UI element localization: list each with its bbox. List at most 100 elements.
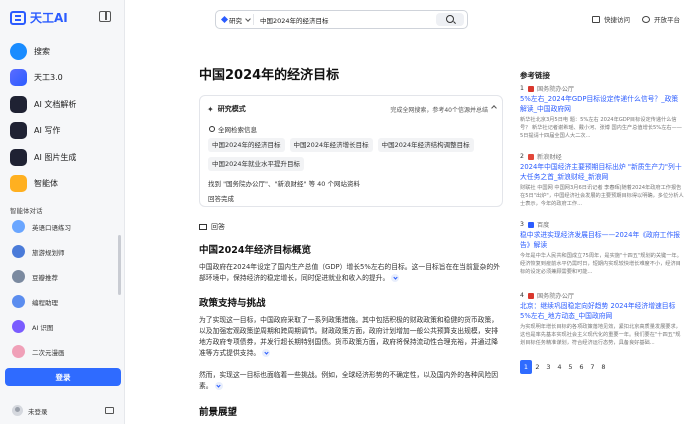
source-icon — [528, 221, 534, 228]
reference-source: 2 新浪财经 — [520, 152, 685, 161]
reference-source: 3 百度 — [520, 220, 685, 229]
sidebar-item-label: AI 图片生成 — [34, 152, 77, 162]
expand-ref-icon[interactable] — [391, 274, 400, 282]
reference-item[interactable]: 3 百度 稳中求进实现经济发展目标——2024年《政府工作报告》解读 今年是中华人民共… — [520, 220, 685, 276]
answer-done: 回答完成 — [208, 195, 234, 203]
chevron-up-icon[interactable] — [491, 105, 497, 111]
section-heading-outlook: 前景展望 — [199, 407, 238, 418]
agent-avatar-icon — [12, 320, 25, 333]
sidebar-nav: 搜索天工3.0 AI 文档解析 AI 写作 AI 图片生成 智能体 — [6, 38, 119, 197]
source-icon — [528, 153, 534, 160]
research-sub-text: 全网检索信息 — [218, 126, 257, 134]
sidebar-toggle-icon[interactable] — [99, 11, 111, 22]
sidebar-scrollbar[interactable] — [118, 235, 121, 295]
agent-label: AI 识图 — [32, 323, 54, 332]
paragraph-policy-2: 然而，实现这一目标也面临着一些挑战。例如，全球经济形势的不确定性，以及国内外的各… — [199, 370, 501, 392]
sidebar-item-4[interactable]: AI 图片生成 — [6, 144, 119, 170]
main-content: 中国2024年的经济目标 ✦ 研究模式 完成全网搜索，参考40个信源并总结 全网… — [199, 64, 505, 418]
brand-name: 天工AI — [30, 11, 68, 25]
search-mode-select[interactable]: 研究 — [216, 14, 254, 25]
page-button[interactable]: 6 — [576, 360, 587, 374]
research-title: ✦ 研究模式 — [207, 104, 246, 114]
source-icon — [528, 85, 534, 92]
reference-number: 1 — [520, 85, 524, 92]
reference-item[interactable]: 1 国务院办公厅 5%左右_2024年GDP目标设定传递什么信号？_政策解读_中国政… — [520, 84, 685, 140]
agent-item[interactable]: 豆瓣推荐 — [6, 264, 116, 289]
research-status: 完成全网搜索，参考40个信源并总结 — [390, 107, 488, 114]
query-chip[interactable]: 中国2024年就业水平提升目标 — [208, 157, 305, 171]
agent-label: 旅游规划师 — [32, 248, 65, 257]
sidebar-item-label: 智能体 — [34, 179, 58, 188]
sidebar-item-1[interactable]: 天工3.0 — [6, 65, 119, 91]
page-button[interactable]: 5 — [565, 360, 576, 374]
research-sub: 全网检索信息 — [209, 124, 257, 134]
reference-link[interactable]: 5%左右_2024年GDP目标设定传递什么信号？_政策解读_中国政府网 — [520, 95, 685, 114]
reference-title: 参考链接 — [520, 71, 550, 80]
page-button[interactable]: 1 — [520, 360, 532, 374]
expand-ref-icon[interactable] — [262, 349, 271, 357]
paragraph-overview: 中国政府在2024年设定了国内生产总值（GDP）增长5%左右的目标。这一目标旨在… — [199, 262, 501, 284]
agent-item[interactable]: 编程助理 — [6, 289, 116, 314]
reference-panel: 参考链接 1 国务院办公厅 5%左右_2024年GDP目标设定传递什么信号？_政策解… — [520, 70, 685, 346]
sidebar-item-2[interactable]: AI 文档解析 — [6, 91, 119, 117]
sources-found: 找到 "国务院办公厅"、"新浪财经" 等 40 个网站资料 — [208, 180, 360, 188]
search-input[interactable] — [254, 15, 424, 24]
agent-avatar-icon — [12, 245, 25, 258]
query-chips: 中国2024年的经济目标 中国2024年经济增长目标 中国2024年经济结构调整目标… — [208, 138, 500, 171]
agent-item[interactable]: 二次元漫画 — [6, 339, 116, 364]
open-platform-button[interactable]: 开放平台 — [642, 14, 680, 24]
brand-logo[interactable]: 天工AI — [10, 9, 68, 26]
query-chip[interactable]: 中国2024年经济增长目标 — [289, 138, 373, 152]
reference-source-name: 百度 — [537, 222, 550, 229]
sidebar-item-label: AI 文档解析 — [34, 99, 77, 109]
page-button[interactable]: 2 — [532, 360, 543, 374]
quick-access-button[interactable]: 快捷访问 — [592, 14, 630, 24]
user-status: 未登录 — [28, 407, 48, 416]
reference-snippet: 为实现明年增长目标的各项政策落地见效，紧扣北京高质量发展要求，这也是率先基本实现… — [520, 324, 681, 346]
search-button[interactable] — [436, 13, 464, 26]
sidebar-item-3[interactable]: AI 写作 — [6, 118, 119, 144]
write-icon — [10, 122, 27, 139]
section-heading-overview: 中国2024年经济目标概览 — [199, 245, 311, 256]
reference-link[interactable]: 稳中求进实现经济发展目标——2024年《政府工作报告》解读 — [520, 231, 685, 250]
login-button[interactable]: 登录 — [5, 368, 121, 386]
reference-link[interactable]: 2024年中国经济主要预期目标出炉 "新质生产力"列十大任务之首_新浪财经_新浪… — [520, 163, 685, 182]
message-icon[interactable] — [105, 407, 114, 414]
user-row[interactable]: 未登录 — [12, 405, 48, 416]
page-button[interactable]: 3 — [543, 360, 554, 374]
section-heading-policy: 政策支持与挑战 — [199, 298, 266, 309]
agent-label: 英语口语练习 — [32, 223, 71, 232]
sidebar-item-5[interactable]: 智能体 — [6, 171, 119, 197]
query-chip[interactable]: 中国2024年的经济目标 — [208, 138, 285, 152]
sidebar-item-0[interactable]: 搜索 — [6, 38, 119, 64]
sidebar-item-label: 天工3.0 — [34, 73, 63, 82]
source-icon — [528, 292, 534, 299]
reference-link[interactable]: 北京：继续巩固稳定向好趋势 2024年经济增速目标5%左右_地方动态_中国政府网 — [520, 302, 685, 321]
query-chip[interactable]: 中国2024年经济结构调整目标 — [377, 138, 474, 152]
page-title: 中国2024年的经济目标 — [199, 68, 340, 83]
book-icon — [199, 224, 207, 230]
agent-label: 编程助理 — [32, 298, 58, 307]
page-button[interactable]: 7 — [587, 360, 598, 374]
expand-ref-icon[interactable] — [214, 382, 223, 390]
reference-number: 4 — [520, 292, 524, 299]
agent-icon — [10, 175, 27, 192]
open-platform-label: 开放平台 — [654, 16, 680, 24]
page-button[interactable]: 8 — [598, 360, 609, 374]
quick-access-label: 快捷访问 — [604, 16, 630, 24]
page-button[interactable]: 4 — [554, 360, 565, 374]
platform-icon — [642, 15, 650, 23]
reference-item[interactable]: 4 国务院办公厅北京：继续巩固稳定向好趋势 2024年经济增速目标5%左右_地方动… — [520, 291, 685, 347]
paragraph-policy-1-text: 为了实现这一目标，中国政府采取了一系列政策措施。其中包括积极的财政政策和稳健的货… — [199, 316, 499, 357]
reference-snippet: 财联社 中国网 中国网3月6日讯记者 李春晖|随着2024年政府工作报告在5日"… — [520, 185, 684, 207]
reference-item[interactable]: 2 新浪财经 2024年中国经济主要预期目标出炉 "新质生产力"列十大任务之首_新浪… — [520, 152, 685, 208]
sidebar-item-label: AI 写作 — [34, 126, 61, 135]
reference-source: 1 国务院办公厅 — [520, 84, 685, 93]
agent-item[interactable]: AI 识图 — [6, 314, 116, 339]
agent-item[interactable]: 英语口语练习 — [6, 214, 116, 239]
app: 天工AI 搜索 天工3.0 AI 文档解析 AI 写作 AI 图片生成 智能体 智能体对话… — [0, 0, 690, 424]
agent-item[interactable]: 旅游规划师 — [6, 239, 116, 264]
tiangong-icon — [10, 69, 27, 86]
reference-source: 4 国务院办公厅 — [520, 291, 685, 300]
paragraph-policy-1: 为了实现这一目标，中国政府采取了一系列政策措施。其中包括积极的财政政策和稳健的货… — [199, 315, 501, 359]
